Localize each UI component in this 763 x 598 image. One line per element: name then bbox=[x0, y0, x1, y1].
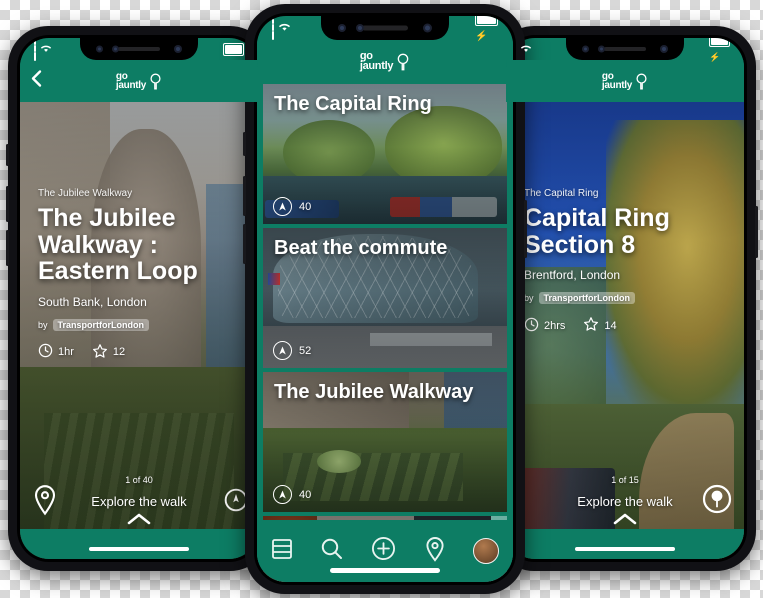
walk-author-row: by TransportforLondon bbox=[38, 318, 240, 331]
chevron-up-icon[interactable] bbox=[126, 512, 152, 531]
by-label: by bbox=[524, 293, 534, 303]
wifi-icon bbox=[520, 40, 532, 58]
home-indicator[interactable] bbox=[89, 547, 189, 551]
walk-title: The Jubilee Walkway : Eastern Loop bbox=[38, 204, 198, 285]
battery-icon bbox=[223, 42, 244, 56]
rating-value: 12 bbox=[112, 346, 126, 358]
search-tab[interactable] bbox=[320, 537, 344, 566]
signal-bars-icon bbox=[272, 16, 274, 40]
phone-left: go jauntly The Jubilee Walkway The Jubil… bbox=[6, 26, 272, 571]
tree-icon bbox=[396, 53, 410, 71]
chevron-up-icon[interactable] bbox=[612, 512, 638, 531]
walk-badge-icon bbox=[273, 485, 292, 504]
app-header-right: go jauntly bbox=[506, 60, 744, 102]
go-jauntly-logo: go jauntly bbox=[601, 71, 648, 91]
duration-value: 1hr bbox=[58, 346, 74, 358]
star-icon bbox=[92, 343, 108, 362]
walk-badge-icon bbox=[273, 197, 292, 216]
author-chip[interactable]: TransportforLondon bbox=[538, 292, 636, 304]
volume-down-button[interactable] bbox=[243, 224, 246, 264]
card-title: The Capital Ring bbox=[274, 93, 432, 115]
card-meta: 40 bbox=[273, 485, 311, 504]
tree-icon bbox=[635, 73, 648, 90]
card-title: The Jubilee Walkway bbox=[274, 381, 474, 403]
rating-value: 14 bbox=[604, 319, 617, 332]
add-tab[interactable] bbox=[371, 536, 396, 566]
card-meta: 52 bbox=[273, 341, 311, 360]
map-pin-icon[interactable] bbox=[32, 484, 58, 521]
wifi-icon bbox=[40, 40, 52, 58]
walk-kicker: The Jubilee Walkway bbox=[38, 188, 133, 199]
volume-down-button[interactable] bbox=[6, 230, 9, 266]
walk-stats: 2hrs 14 bbox=[524, 316, 726, 335]
wifi-icon bbox=[278, 19, 291, 37]
walk-location: South Bank, London bbox=[38, 294, 147, 309]
walk-badge-icon bbox=[273, 341, 292, 360]
duration-stat: 1hr bbox=[38, 343, 74, 361]
home-indicator[interactable] bbox=[330, 568, 440, 573]
home-indicator[interactable] bbox=[575, 547, 675, 551]
plus-circle-icon bbox=[371, 536, 396, 566]
walk-title: Capital Ring Section 8 bbox=[524, 204, 670, 259]
notch bbox=[566, 38, 684, 60]
mockup-stage: go jauntly The Jubilee Walkway The Jubil… bbox=[0, 0, 763, 598]
search-icon bbox=[320, 537, 344, 566]
feed-tab[interactable] bbox=[271, 537, 293, 566]
notch bbox=[321, 16, 449, 40]
walk-location: Brentford, London bbox=[524, 268, 621, 282]
tree-badge-icon[interactable] bbox=[702, 484, 732, 519]
power-button[interactable] bbox=[524, 200, 527, 258]
walk-author-row: by TransportforLondon bbox=[524, 292, 726, 304]
battery-charging-icon: ⚡ bbox=[475, 16, 498, 44]
collection-card[interactable]: The Capital Ring 40 bbox=[263, 84, 507, 224]
walk-detail-left: The Jubilee Walkway The Jubilee Walkway … bbox=[20, 102, 258, 559]
go-jauntly-logo: go jauntly bbox=[115, 71, 162, 91]
card-title: Beat the commute bbox=[274, 237, 448, 259]
clock-icon bbox=[524, 317, 539, 335]
tree-icon bbox=[149, 73, 162, 90]
duration-value: 2hrs bbox=[544, 319, 566, 332]
card-meta: 40 bbox=[273, 197, 311, 216]
volume-up-button[interactable] bbox=[243, 176, 246, 216]
back-button[interactable] bbox=[30, 69, 43, 94]
by-label: by bbox=[38, 319, 48, 330]
phone-center: ⚡ go jauntly The Capital Ring 40 Beat th… bbox=[243, 4, 527, 594]
card-count: 52 bbox=[299, 344, 312, 357]
volume-up-button[interactable] bbox=[6, 186, 9, 222]
power-button[interactable] bbox=[755, 206, 758, 258]
walk-kicker: The Capital Ring bbox=[524, 188, 599, 199]
battery-charging-icon: ⚡ bbox=[709, 38, 730, 65]
signal-bars-icon bbox=[34, 38, 36, 61]
author-chip[interactable]: TransportforLondon bbox=[52, 318, 150, 331]
walk-collection-feed[interactable]: The Capital Ring 40 Beat the commute 52 … bbox=[257, 82, 513, 582]
notch bbox=[80, 38, 198, 60]
mute-switch[interactable] bbox=[6, 144, 9, 166]
card-count: 40 bbox=[299, 200, 312, 213]
avatar-icon bbox=[473, 538, 500, 564]
duration-stat: 2hrs bbox=[524, 317, 565, 335]
logo-line-2: jauntly bbox=[115, 80, 147, 91]
map-tab[interactable] bbox=[424, 536, 446, 567]
go-jauntly-logo: go jauntly bbox=[359, 50, 410, 72]
star-icon bbox=[583, 316, 599, 335]
rating-stat: 12 bbox=[92, 343, 125, 362]
rating-stat: 14 bbox=[583, 316, 617, 335]
logo-line-2: jauntly bbox=[359, 60, 394, 72]
app-header-center: go jauntly bbox=[257, 40, 513, 82]
card-count: 40 bbox=[299, 488, 312, 501]
collection-card[interactable]: Beat the commute 52 bbox=[263, 228, 507, 368]
profile-tab[interactable] bbox=[473, 538, 500, 564]
clock-icon bbox=[38, 343, 53, 361]
collection-card[interactable]: The Jubilee Walkway 40 bbox=[263, 372, 507, 512]
logo-line-2: jauntly bbox=[601, 80, 633, 91]
phone-right: ⚡ go jauntly The Capital Ring Capital Ri… bbox=[492, 26, 758, 571]
map-pin-icon bbox=[424, 536, 446, 567]
mute-switch[interactable] bbox=[243, 132, 246, 156]
walk-detail-right: The Capital Ring Capital Ring Section 8 … bbox=[506, 102, 744, 559]
app-header-left: go jauntly bbox=[20, 60, 258, 102]
walk-stats: 1hr 12 bbox=[38, 343, 240, 362]
list-icon bbox=[271, 537, 293, 566]
